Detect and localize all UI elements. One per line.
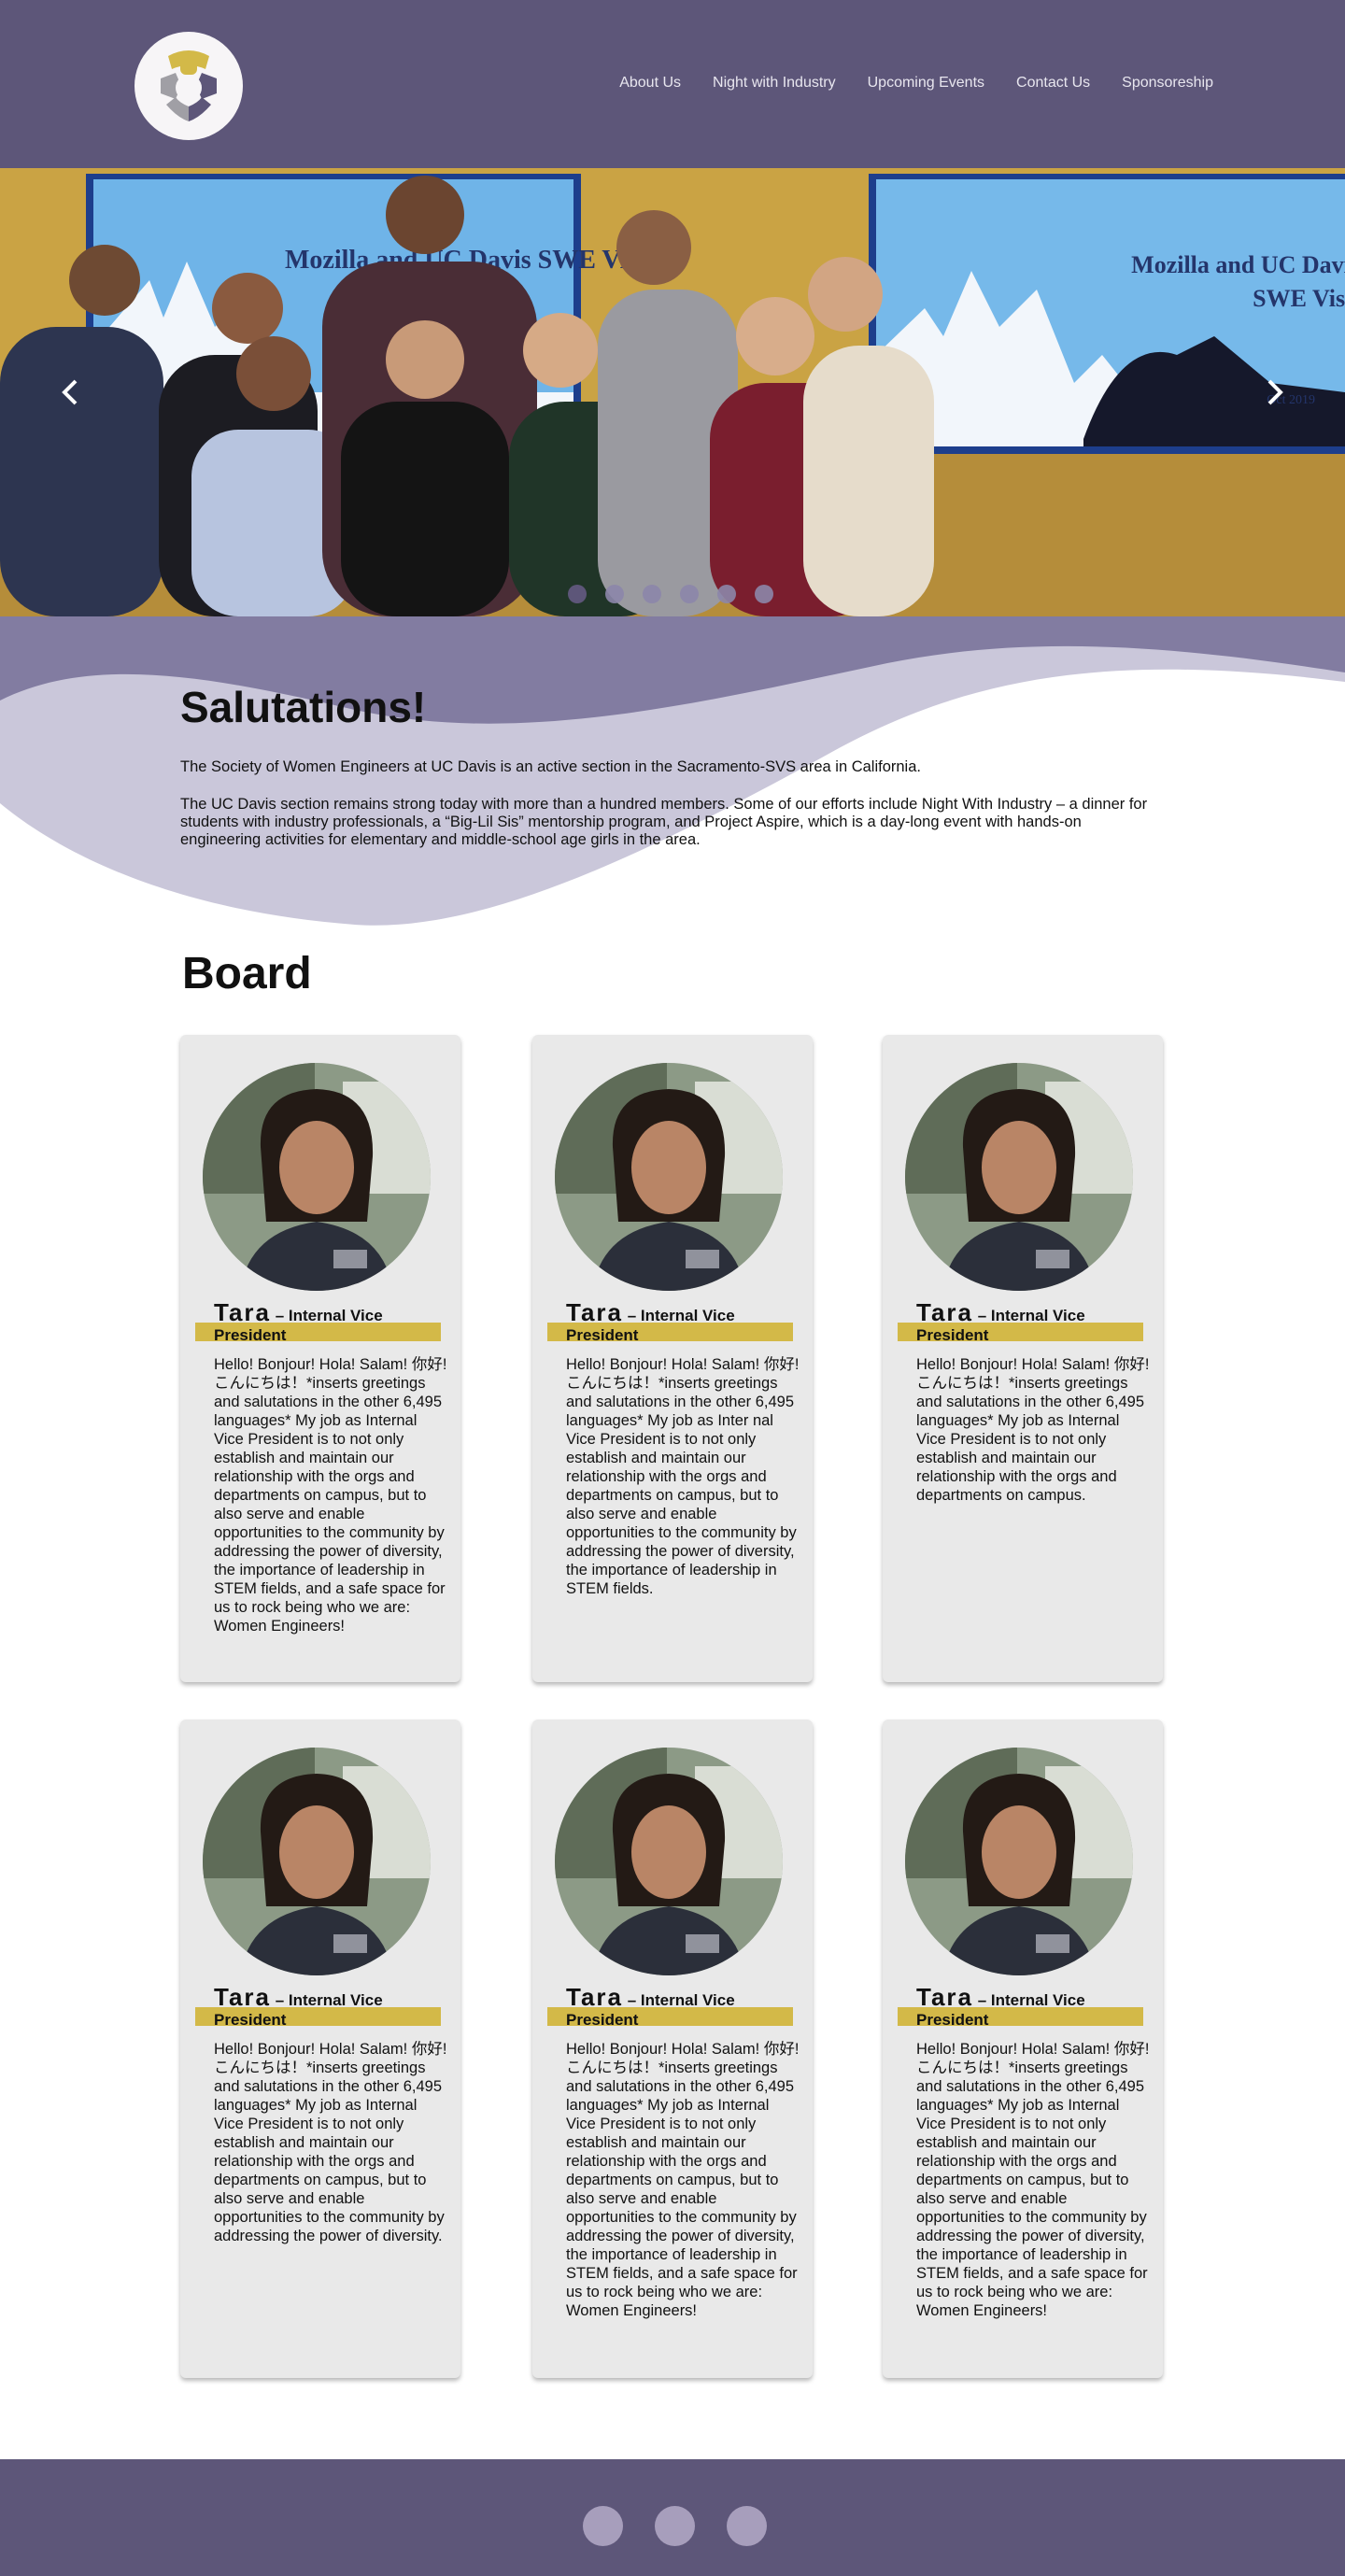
carousel-indicators <box>568 585 773 603</box>
member-first-name: Tara <box>566 1983 623 2011</box>
member-bio: Hello! Bonjour! Hola! Salam! 你好! こんにちは！*… <box>214 1356 447 1635</box>
social-icon-3[interactable] <box>727 2506 767 2546</box>
member-photo <box>555 1748 783 1975</box>
group-photo: Mozilla and UC Davis SWE Visit Mozilla a… <box>0 168 1345 616</box>
logo[interactable] <box>134 32 243 140</box>
member-first-name: Tara <box>916 1298 973 1326</box>
member-name-role: Tara – Internal Vice President <box>566 1300 800 1346</box>
nav-contact-us[interactable]: Contact Us <box>1016 75 1090 92</box>
nav-sponsorship[interactable]: Sponsoreship <box>1122 75 1213 92</box>
member-first-name: Tara <box>214 1983 271 2011</box>
member-name-role: Tara – Internal Vice President <box>916 1985 1150 2031</box>
member-bio: Hello! Bonjour! Hola! Salam! 你好! こんにちは！*… <box>214 2041 447 2244</box>
member-first-name: Tara <box>916 1983 973 2011</box>
carousel-dot-3[interactable] <box>643 585 661 603</box>
hero-carousel: Mozilla and UC Davis SWE Visit Mozilla a… <box>0 168 1345 616</box>
site-header: About Us Night with Industry Upcoming Ev… <box>0 0 1345 168</box>
member-photo <box>203 1748 431 1975</box>
salutations-title: Salutations! <box>180 683 427 731</box>
name-separator: – <box>623 1991 641 2009</box>
carousel-dot-1[interactable] <box>568 585 587 603</box>
nav-night-with-industry[interactable]: Night with Industry <box>713 75 836 92</box>
social-icon-1[interactable] <box>583 2506 623 2546</box>
board-member-card: Tara – Internal Vice President Hello! Bon… <box>532 1035 813 1682</box>
member-first-name: Tara <box>566 1298 623 1326</box>
name-separator: – <box>271 1307 289 1324</box>
carousel-next-button[interactable] <box>1256 369 1294 416</box>
chevron-right-icon <box>1267 379 1283 405</box>
member-name-role: Tara – Internal Vice President <box>214 1300 447 1346</box>
carousel-dot-5[interactable] <box>717 585 736 603</box>
member-photo <box>905 1748 1133 1975</box>
name-separator: – <box>271 1991 289 2009</box>
board-member-card: Tara – Internal Vice President Hello! Bon… <box>532 1720 813 2378</box>
member-bio: Hello! Bonjour! Hola! Salam! 你好! こんにちは！*… <box>566 1356 800 1597</box>
board-member-card: Tara – Internal Vice President Hello! Bon… <box>883 1035 1163 1682</box>
banner-right-line2: SWE Visit <box>1253 285 1345 312</box>
member-name-role: Tara – Internal Vice President <box>566 1985 800 2031</box>
gear-logo-icon <box>136 34 241 138</box>
carousel-dot-2[interactable] <box>605 585 624 603</box>
name-separator: – <box>623 1307 641 1324</box>
salutations-section: Salutations! The Society of Women Engine… <box>180 682 1166 869</box>
member-photo <box>203 1063 431 1291</box>
member-bio: Hello! Bonjour! Hola! Salam! 你好! こんにちは！*… <box>916 2041 1150 2319</box>
name-separator: – <box>973 1307 991 1324</box>
salutations-intro: The Society of Women Engineers at UC Dav… <box>180 758 921 775</box>
chevron-left-icon <box>62 379 78 405</box>
member-photo <box>555 1063 783 1291</box>
board-member-card: Tara – Internal Vice President Hello! Bon… <box>180 1720 460 2378</box>
carousel-prev-button[interactable] <box>51 369 89 416</box>
name-separator: – <box>973 1991 991 2009</box>
board-member-card: Tara – Internal Vice President Hello! Bon… <box>883 1720 1163 2378</box>
nav-upcoming-events[interactable]: Upcoming Events <box>868 75 984 92</box>
board-member-card: Tara – Internal Vice President Hello! Bon… <box>180 1035 460 1682</box>
board-title: Board <box>182 949 312 998</box>
member-bio: Hello! Bonjour! Hola! Salam! 你好! こんにちは！*… <box>566 2041 800 2319</box>
site-footer <box>0 2459 1345 2576</box>
member-name-role: Tara – Internal Vice President <box>916 1300 1150 1346</box>
banner-right-line1: Mozilla and UC Davis <box>1131 251 1345 278</box>
nav-about-us[interactable]: About Us <box>619 75 681 92</box>
carousel-dot-4[interactable] <box>680 585 699 603</box>
footer-social-icons <box>583 2506 767 2546</box>
member-photo <box>905 1063 1133 1291</box>
salutations-details: The UC Davis section remains strong toda… <box>180 796 1148 848</box>
member-bio: Hello! Bonjour! Hola! Salam! 你好! こんにちは！*… <box>916 1356 1150 1504</box>
social-icon-2[interactable] <box>655 2506 695 2546</box>
member-first-name: Tara <box>214 1298 271 1326</box>
member-name-role: Tara – Internal Vice President <box>214 1985 447 2031</box>
main-nav: About Us Night with Industry Upcoming Ev… <box>588 75 1213 92</box>
carousel-dot-6[interactable] <box>755 585 773 603</box>
